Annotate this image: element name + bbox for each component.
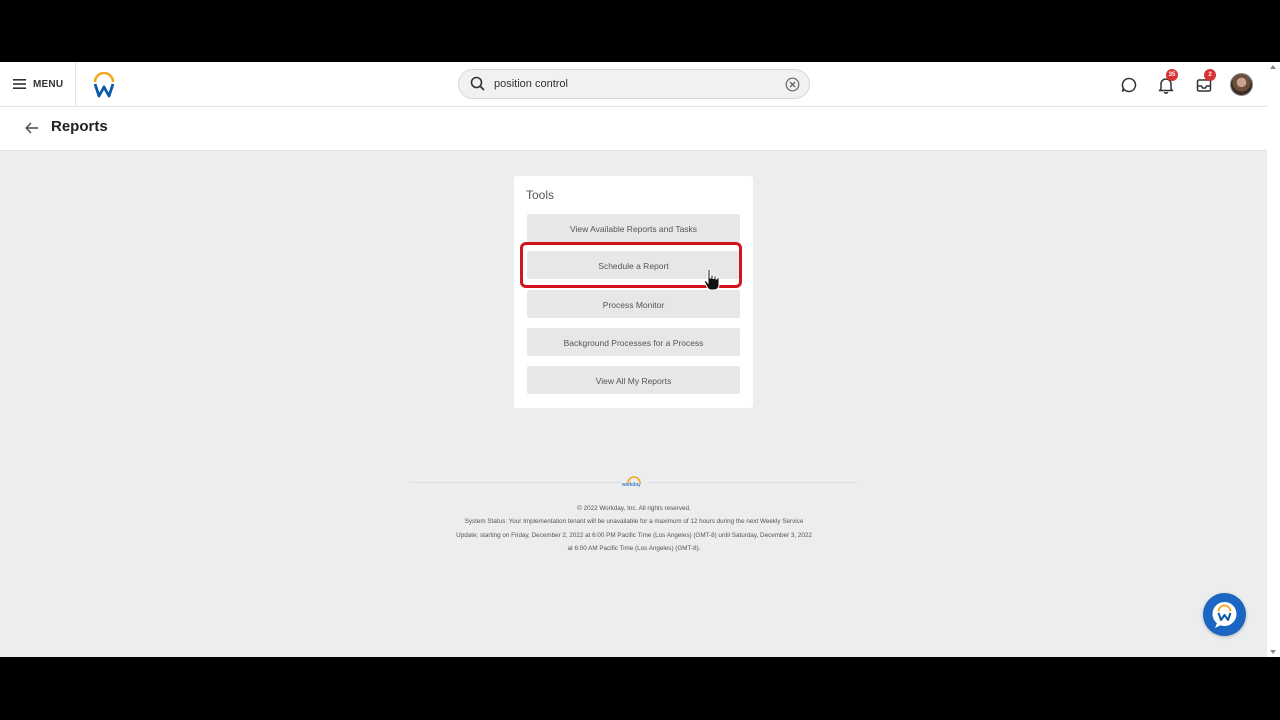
user-avatar[interactable]	[1230, 73, 1253, 96]
notifications-button[interactable]: 35	[1157, 69, 1178, 94]
page-title: Reports	[51, 118, 108, 135]
process-monitor-button[interactable]: Process Monitor	[527, 290, 740, 318]
workday-logo[interactable]	[92, 72, 116, 98]
scroll-up-icon[interactable]	[1270, 65, 1276, 69]
view-available-reports-button[interactable]: View Available Reports and Tasks	[527, 214, 740, 242]
top-bar: MENU 35	[0, 62, 1267, 107]
scrollbar[interactable]	[1267, 62, 1280, 657]
search-input[interactable]	[494, 70, 774, 98]
background-processes-button[interactable]: Background Processes for a Process	[527, 328, 740, 356]
workday-window: MENU 35	[0, 62, 1280, 657]
clear-search-icon[interactable]	[785, 77, 800, 92]
hand-cursor-icon	[703, 268, 720, 291]
menu-label: MENU	[33, 78, 64, 90]
hamburger-icon	[13, 79, 26, 89]
search-icon	[470, 76, 485, 91]
footer-logo-text: workday	[622, 482, 641, 488]
view-all-my-reports-button[interactable]: View All My Reports	[527, 366, 740, 394]
inbox-button[interactable]: 2	[1195, 69, 1216, 94]
page-header: Reports	[0, 107, 1267, 151]
search-bar[interactable]	[458, 69, 810, 99]
system-status-line-3: at 6:00 AM Pacific Time (Los Angeles) (G…	[567, 544, 701, 552]
footer-text: © 2022 Workday, Inc. All rights reserved…	[430, 502, 838, 555]
system-status-line-1: System Status: Your Implementation tenan…	[464, 518, 804, 526]
chat-icon[interactable]	[1120, 76, 1138, 94]
scroll-down-icon[interactable]	[1270, 650, 1276, 654]
tools-title: Tools	[526, 188, 555, 202]
back-arrow-icon[interactable]	[24, 120, 40, 136]
inbox-badge: 2	[1204, 69, 1216, 81]
menu-button[interactable]: MENU	[0, 62, 76, 106]
workday-assistant-icon	[1212, 602, 1237, 628]
system-status-line-2: Update; starting on Friday, December 2, …	[456, 531, 812, 539]
tools-card: Tools View Available Reports and Tasks S…	[514, 176, 753, 408]
assistant-chat-button[interactable]	[1203, 593, 1246, 636]
notifications-badge: 35	[1166, 69, 1178, 81]
footer-workday-logo: workday	[620, 471, 648, 491]
copyright-text: © 2022 Workday, Inc. All rights reserved…	[577, 505, 691, 512]
